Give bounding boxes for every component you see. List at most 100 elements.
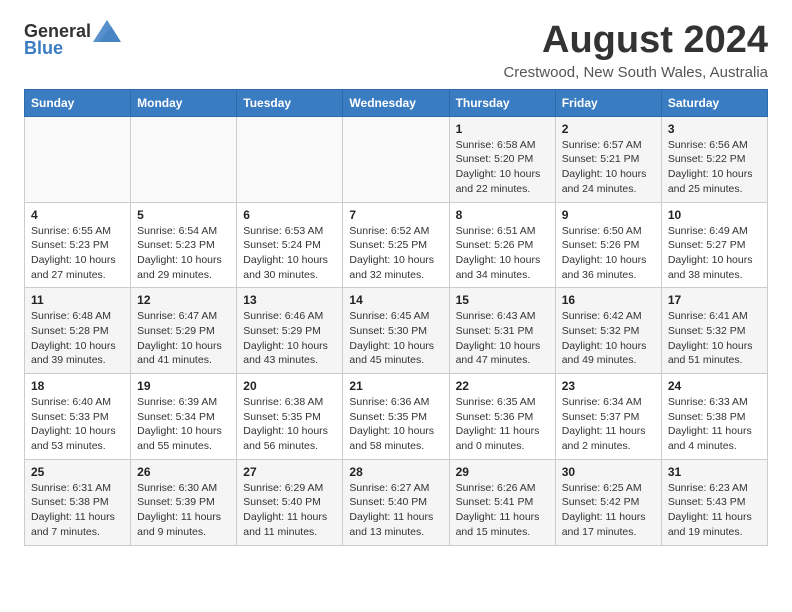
calendar-cell: 9 Sunrise: 6:50 AM Sunset: 5:26 PM Daylig… — [555, 202, 661, 288]
calendar-cell: 3 Sunrise: 6:56 AM Sunset: 5:22 PM Daylig… — [661, 116, 767, 202]
day-info: Sunrise: 6:38 AM Sunset: 5:35 PM Dayligh… — [243, 396, 328, 452]
day-info: Sunrise: 6:33 AM Sunset: 5:38 PM Dayligh… — [668, 396, 752, 452]
calendar-cell: 6Sunrise: 6:53 AM Sunset: 5:24 PM Daylig… — [237, 202, 343, 288]
day-info: Sunrise: 6:29 AM Sunset: 5:40 PM Dayligh… — [243, 482, 327, 538]
day-info: Sunrise: 6:49 AM Sunset: 5:27 PM Dayligh… — [668, 225, 753, 281]
day-info: Sunrise: 6:56 AM Sunset: 5:22 PM Dayligh… — [668, 139, 753, 195]
calendar-cell: 15Sunrise: 6:43 AM Sunset: 5:31 PM Dayli… — [449, 288, 555, 374]
calendar-cell: 5 Sunrise: 6:54 AM Sunset: 5:23 PM Daylig… — [131, 202, 237, 288]
calendar-cell: 30Sunrise: 6:25 AM Sunset: 5:42 PM Dayli… — [555, 459, 661, 545]
logo-icon — [93, 20, 121, 42]
calendar-cell: 11 Sunrise: 6:48 AM Sunset: 5:28 PM Dayli… — [25, 288, 131, 374]
calendar-cell: 1 Sunrise: 6:58 AM Sunset: 5:20 PM Daylig… — [449, 116, 555, 202]
day-info: Sunrise: 6:47 AM Sunset: 5:29 PM Dayligh… — [137, 310, 222, 366]
day-number: 3 — [668, 122, 761, 136]
calendar-cell: 31 Sunrise: 6:23 AM Sunset: 5:43 PM Dayli… — [661, 459, 767, 545]
day-number: 23 — [562, 379, 655, 393]
calendar-week-row: 25Sunrise: 6:31 AM Sunset: 5:38 PM Dayli… — [25, 459, 768, 545]
calendar-cell: 23 Sunrise: 6:34 AM Sunset: 5:37 PM Dayli… — [555, 374, 661, 460]
header: General Blue August 2024 Crestwood, New … — [24, 20, 768, 81]
day-number: 2 — [562, 122, 655, 136]
calendar-cell: 18 Sunrise: 6:40 AM Sunset: 5:33 PM Dayli… — [25, 374, 131, 460]
calendar-cell: 4 Sunrise: 6:55 AM Sunset: 5:23 PM Daylig… — [25, 202, 131, 288]
day-info: Sunrise: 6:52 AM Sunset: 5:25 PM Dayligh… — [349, 225, 434, 281]
day-number: 18 — [31, 379, 124, 393]
day-number: 13 — [243, 293, 336, 307]
calendar-cell: 17Sunrise: 6:41 AM Sunset: 5:32 PM Dayli… — [661, 288, 767, 374]
title-area: August 2024 Crestwood, New South Wales, … — [503, 20, 768, 81]
day-info: Sunrise: 6:27 AM Sunset: 5:40 PM Dayligh… — [349, 482, 433, 538]
day-number: 31 — [668, 465, 761, 479]
calendar-day-header: Monday — [131, 89, 237, 116]
calendar-week-row: 1 Sunrise: 6:58 AM Sunset: 5:20 PM Daylig… — [25, 116, 768, 202]
calendar-day-header: Saturday — [661, 89, 767, 116]
day-info: Sunrise: 6:45 AM Sunset: 5:30 PM Dayligh… — [349, 310, 434, 366]
day-number: 8 — [456, 208, 549, 222]
calendar-week-row: 11 Sunrise: 6:48 AM Sunset: 5:28 PM Dayli… — [25, 288, 768, 374]
day-info: Sunrise: 6:57 AM Sunset: 5:21 PM Dayligh… — [562, 139, 647, 195]
day-number: 21 — [349, 379, 442, 393]
calendar-cell: 19 Sunrise: 6:39 AM Sunset: 5:34 PM Dayli… — [131, 374, 237, 460]
calendar-body: 1 Sunrise: 6:58 AM Sunset: 5:20 PM Daylig… — [25, 116, 768, 545]
day-info: Sunrise: 6:31 AM Sunset: 5:38 PM Dayligh… — [31, 482, 115, 538]
day-info: Sunrise: 6:58 AM Sunset: 5:20 PM Dayligh… — [456, 139, 541, 195]
calendar-cell: 26Sunrise: 6:30 AM Sunset: 5:39 PM Dayli… — [131, 459, 237, 545]
day-number: 11 — [31, 293, 124, 307]
calendar-day-header: Thursday — [449, 89, 555, 116]
day-number: 19 — [137, 379, 230, 393]
calendar-cell — [25, 116, 131, 202]
calendar-week-row: 4 Sunrise: 6:55 AM Sunset: 5:23 PM Daylig… — [25, 202, 768, 288]
calendar-day-header: Wednesday — [343, 89, 449, 116]
calendar-cell — [131, 116, 237, 202]
calendar-cell: 16 Sunrise: 6:42 AM Sunset: 5:32 PM Dayli… — [555, 288, 661, 374]
calendar-cell: 24 Sunrise: 6:33 AM Sunset: 5:38 PM Dayli… — [661, 374, 767, 460]
day-info: Sunrise: 6:36 AM Sunset: 5:35 PM Dayligh… — [349, 396, 434, 452]
calendar-cell: 28 Sunrise: 6:27 AM Sunset: 5:40 PM Dayli… — [343, 459, 449, 545]
day-number: 1 — [456, 122, 549, 136]
day-number: 4 — [31, 208, 124, 222]
calendar-day-header: Friday — [555, 89, 661, 116]
day-info: Sunrise: 6:53 AM Sunset: 5:24 PM Dayligh… — [243, 225, 328, 281]
calendar-cell: 29 Sunrise: 6:26 AM Sunset: 5:41 PM Dayli… — [449, 459, 555, 545]
subtitle: Crestwood, New South Wales, Australia — [503, 64, 768, 81]
day-number: 9 — [562, 208, 655, 222]
day-info: Sunrise: 6:48 AM Sunset: 5:28 PM Dayligh… — [31, 310, 116, 366]
calendar-day-header: Sunday — [25, 89, 131, 116]
day-info: Sunrise: 6:34 AM Sunset: 5:37 PM Dayligh… — [562, 396, 646, 452]
day-info: Sunrise: 6:35 AM Sunset: 5:36 PM Dayligh… — [456, 396, 540, 452]
day-number: 30 — [562, 465, 655, 479]
day-info: Sunrise: 6:30 AM Sunset: 5:39 PM Dayligh… — [137, 482, 221, 538]
calendar-cell: 12 Sunrise: 6:47 AM Sunset: 5:29 PM Dayli… — [131, 288, 237, 374]
calendar-cell: 7 Sunrise: 6:52 AM Sunset: 5:25 PM Daylig… — [343, 202, 449, 288]
main-title: August 2024 — [503, 20, 768, 62]
calendar-day-header: Tuesday — [237, 89, 343, 116]
calendar-cell: 21 Sunrise: 6:36 AM Sunset: 5:35 PM Dayli… — [343, 374, 449, 460]
day-info: Sunrise: 6:55 AM Sunset: 5:23 PM Dayligh… — [31, 225, 116, 281]
calendar-cell: 25Sunrise: 6:31 AM Sunset: 5:38 PM Dayli… — [25, 459, 131, 545]
day-number: 29 — [456, 465, 549, 479]
calendar: SundayMondayTuesdayWednesdayThursdayFrid… — [24, 89, 768, 546]
logo-text-blue: Blue — [24, 38, 63, 59]
day-number: 5 — [137, 208, 230, 222]
calendar-cell: 27 Sunrise: 6:29 AM Sunset: 5:40 PM Dayli… — [237, 459, 343, 545]
day-info: Sunrise: 6:42 AM Sunset: 5:32 PM Dayligh… — [562, 310, 647, 366]
day-info: Sunrise: 6:54 AM Sunset: 5:23 PM Dayligh… — [137, 225, 222, 281]
day-info: Sunrise: 6:39 AM Sunset: 5:34 PM Dayligh… — [137, 396, 222, 452]
logo: General Blue — [24, 20, 121, 59]
day-info: Sunrise: 6:51 AM Sunset: 5:26 PM Dayligh… — [456, 225, 541, 281]
day-number: 24 — [668, 379, 761, 393]
day-info: Sunrise: 6:23 AM Sunset: 5:43 PM Dayligh… — [668, 482, 752, 538]
day-number: 16 — [562, 293, 655, 307]
calendar-week-row: 18 Sunrise: 6:40 AM Sunset: 5:33 PM Dayli… — [25, 374, 768, 460]
day-info: Sunrise: 6:40 AM Sunset: 5:33 PM Dayligh… — [31, 396, 116, 452]
day-info: Sunrise: 6:41 AM Sunset: 5:32 PM Dayligh… — [668, 310, 753, 366]
day-info: Sunrise: 6:26 AM Sunset: 5:41 PM Dayligh… — [456, 482, 540, 538]
day-number: 27 — [243, 465, 336, 479]
day-info: Sunrise: 6:50 AM Sunset: 5:26 PM Dayligh… — [562, 225, 647, 281]
day-number: 12 — [137, 293, 230, 307]
day-info: Sunrise: 6:46 AM Sunset: 5:29 PM Dayligh… — [243, 310, 328, 366]
calendar-cell: 10Sunrise: 6:49 AM Sunset: 5:27 PM Dayli… — [661, 202, 767, 288]
day-number: 28 — [349, 465, 442, 479]
calendar-cell: 8 Sunrise: 6:51 AM Sunset: 5:26 PM Daylig… — [449, 202, 555, 288]
day-number: 7 — [349, 208, 442, 222]
